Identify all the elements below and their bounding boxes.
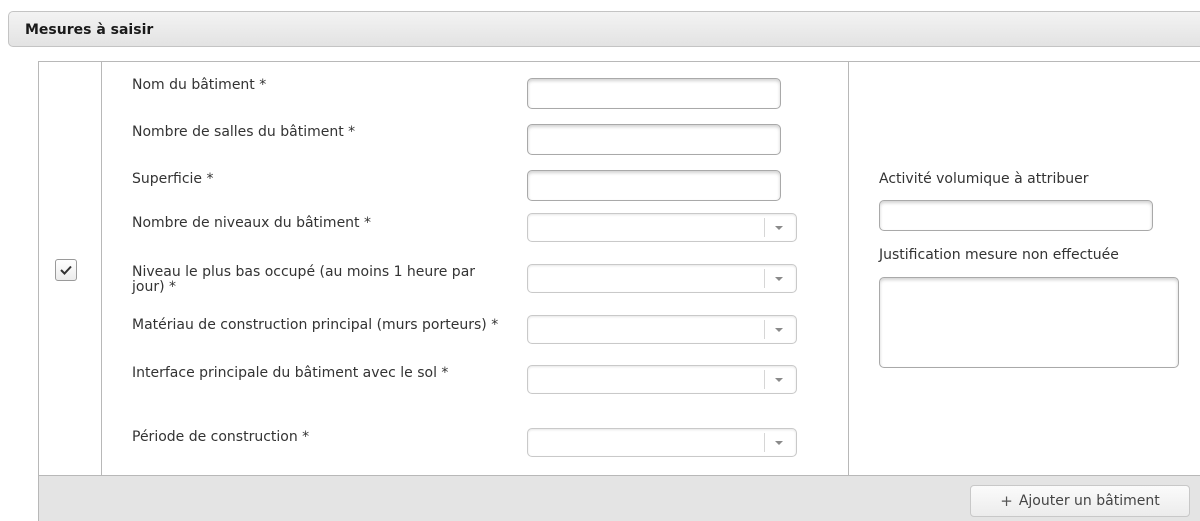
materiau-select[interactable] xyxy=(527,315,797,344)
field-label-nombre-salles: Nombre de salles du bâtiment * xyxy=(132,124,356,140)
field-label-interface-sol: Interface principale du bâtiment avec le… xyxy=(132,365,449,381)
chevron-down-icon xyxy=(775,277,783,281)
field-label-niveau-plus-bas: Niveau le plus bas occupé (au moins 1 he… xyxy=(132,264,476,295)
niveau-plus-bas-select[interactable] xyxy=(527,264,797,293)
field-label-materiau: Matériau de construction principal (murs… xyxy=(132,317,499,333)
plus-icon: + xyxy=(1000,492,1013,510)
nombre-salles-input[interactable] xyxy=(527,124,781,155)
nombre-niveaux-select[interactable] xyxy=(527,213,797,242)
field-label-nom-batiment: Nom du bâtiment * xyxy=(132,77,267,93)
row-checkbox[interactable] xyxy=(55,259,77,281)
nom-batiment-input[interactable] xyxy=(527,78,781,109)
chevron-down-icon xyxy=(775,226,783,230)
column-separator xyxy=(101,61,102,475)
column-separator xyxy=(848,61,849,475)
chevron-down-icon xyxy=(775,328,783,332)
justification-textarea[interactable] xyxy=(879,277,1179,368)
periode-construction-select[interactable] xyxy=(527,428,797,457)
panel-title: Mesures à saisir xyxy=(25,22,154,38)
add-building-label: Ajouter un bâtiment xyxy=(1018,493,1160,509)
justification-label: Justification mesure non effectuée xyxy=(879,247,1119,263)
superficie-input[interactable] xyxy=(527,170,781,201)
panel-header: Mesures à saisir xyxy=(8,11,1200,47)
field-label-periode-construction: Période de construction * xyxy=(132,429,310,445)
activite-volumique-input[interactable] xyxy=(879,200,1153,231)
field-label-nombre-niveaux: Nombre de niveaux du bâtiment * xyxy=(132,215,371,231)
chevron-down-icon xyxy=(775,441,783,445)
activite-volumique-label: Activité volumique à attribuer xyxy=(879,171,1089,187)
checkmark-icon xyxy=(60,265,72,275)
interface-sol-select[interactable] xyxy=(527,365,797,394)
chevron-down-icon xyxy=(775,378,783,382)
field-label-superficie: Superficie * xyxy=(132,171,214,187)
add-building-button[interactable]: + Ajouter un bâtiment xyxy=(970,485,1190,517)
